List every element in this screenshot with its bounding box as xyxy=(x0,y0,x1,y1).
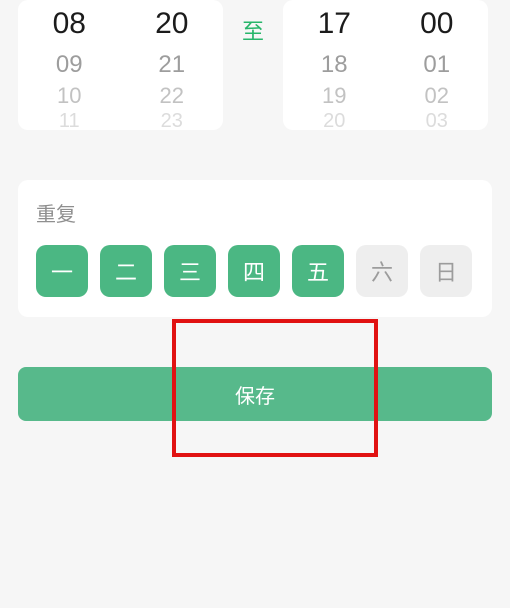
repeat-card: 重复 一 二 三 四 五 六 日 xyxy=(18,180,492,317)
end-hour-option: 18 xyxy=(283,50,386,83)
end-hour-option: 20 xyxy=(283,111,386,130)
day-thu[interactable]: 四 xyxy=(228,245,280,297)
time-separator: 至 xyxy=(223,0,283,46)
start-time-picker[interactable]: 08 20 09 21 10 22 11 23 xyxy=(18,0,223,130)
end-hour-selected: 17 xyxy=(283,0,386,50)
start-hour-selected: 08 xyxy=(18,0,121,50)
end-time-picker[interactable]: 17 00 18 01 19 02 20 03 xyxy=(283,0,488,130)
end-minute-option: 01 xyxy=(386,50,489,83)
day-selector: 一 二 三 四 五 六 日 xyxy=(36,245,474,297)
start-minute-option: 23 xyxy=(121,111,224,130)
start-hour-option: 10 xyxy=(18,83,121,111)
day-sat[interactable]: 六 xyxy=(356,245,408,297)
start-minute-option: 21 xyxy=(121,50,224,83)
end-hour-option: 19 xyxy=(283,83,386,111)
day-wed[interactable]: 三 xyxy=(164,245,216,297)
start-minute-option: 22 xyxy=(121,83,224,111)
day-tue[interactable]: 二 xyxy=(100,245,152,297)
end-minute-option: 03 xyxy=(386,111,489,130)
time-picker: 08 20 09 21 10 22 11 23 至 17 00 18 01 19… xyxy=(0,0,510,130)
end-minute-option: 02 xyxy=(386,83,489,111)
day-sun[interactable]: 日 xyxy=(420,245,472,297)
save-button[interactable]: 保存 xyxy=(18,367,492,421)
end-minute-selected: 00 xyxy=(386,0,489,50)
day-mon[interactable]: 一 xyxy=(36,245,88,297)
repeat-title: 重复 xyxy=(36,198,474,227)
day-fri[interactable]: 五 xyxy=(292,245,344,297)
start-minute-selected: 20 xyxy=(121,0,224,50)
start-hour-option: 09 xyxy=(18,50,121,83)
start-hour-option: 11 xyxy=(18,111,121,130)
